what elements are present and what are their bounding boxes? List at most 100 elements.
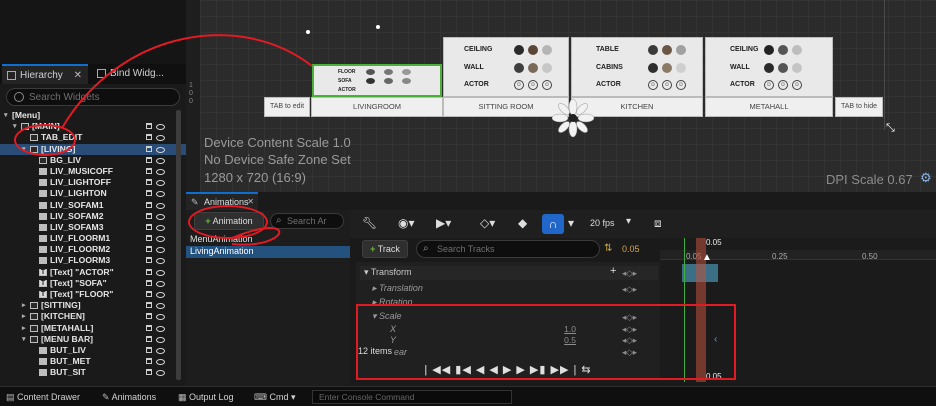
actor-icon[interactable]: ☺: [648, 80, 658, 90]
material-swatch[interactable]: [676, 63, 686, 73]
lock-icon[interactable]: [146, 302, 152, 309]
chevron-down-icon[interactable]: ▾: [13, 121, 17, 132]
material-swatch[interactable]: [648, 63, 658, 73]
lock-icon[interactable]: [146, 313, 152, 320]
eye-icon[interactable]: [156, 336, 165, 343]
search-widgets-input[interactable]: Search Widgets: [6, 88, 180, 106]
fps-dropdown[interactable]: 20 fps: [590, 218, 615, 228]
eye-icon[interactable]: [156, 124, 165, 131]
tree-item[interactable]: ▸ [SITTING]: [0, 300, 186, 311]
tree-item[interactable]: BUT_SIT: [0, 367, 186, 378]
tree-item[interactable]: ▾ [Menu]: [0, 110, 186, 121]
wrench-icon[interactable]: 🔧︎: [362, 216, 377, 230]
eye-icon[interactable]: [156, 280, 165, 287]
playback-options-icon[interactable]: ▶▾: [436, 216, 451, 230]
snap-options-icon[interactable]: ▾: [568, 216, 574, 230]
tree-item[interactable]: LIV_FLOORM3: [0, 255, 186, 266]
close-icon[interactable]: ✕: [74, 66, 82, 86]
designer-viewport[interactable]: FLOOR SOFA ACTOR LIVINGROOM TAB to edit …: [200, 0, 936, 192]
chevron-down-icon[interactable]: ▾: [626, 216, 631, 227]
current-time-value[interactable]: 0.05: [622, 244, 640, 254]
actor-icon[interactable]: ☺: [778, 80, 788, 90]
eye-icon[interactable]: [156, 146, 165, 153]
eye-icon[interactable]: [156, 157, 165, 164]
lock-icon[interactable]: [146, 369, 152, 376]
eye-icon[interactable]: [156, 236, 165, 243]
eye-icon[interactable]: [156, 247, 165, 254]
material-swatch[interactable]: [764, 45, 774, 55]
eye-icon[interactable]: [156, 314, 165, 321]
tree-item[interactable]: ▾ [MENU BAR]: [0, 334, 186, 345]
resize-handle-icon[interactable]: ⤡: [886, 122, 895, 135]
lock-icon[interactable]: [146, 279, 152, 286]
tree-item[interactable]: BUT_MET: [0, 356, 186, 367]
animations-status-button[interactable]: ✎ Animations: [102, 392, 156, 403]
room-card-kitchen[interactable]: TABLE CABINS ACTOR ☺ ☺ ☺: [571, 37, 703, 97]
actor-icon[interactable]: ☺: [528, 80, 538, 90]
search-animations-input[interactable]: ⌕ Search Ar: [270, 213, 344, 229]
tree-item[interactable]: T [Text] "FLOOR": [0, 289, 186, 300]
eye-icon[interactable]: [156, 224, 165, 231]
material-swatch[interactable]: [514, 63, 524, 73]
material-swatch[interactable]: [662, 63, 672, 73]
tree-item[interactable]: LIV_LIGHTOFF: [0, 177, 186, 188]
console-command-input[interactable]: Enter Console Command: [312, 390, 512, 404]
eye-icon[interactable]: [156, 370, 165, 377]
tree-item[interactable]: LIV_SOFAM2: [0, 211, 186, 222]
search-tracks-input[interactable]: ⌕ Search Tracks: [416, 240, 600, 258]
material-swatch[interactable]: [528, 45, 538, 55]
cmd-dropdown[interactable]: ⌨ Cmd ▾: [254, 392, 296, 403]
material-swatch[interactable]: [764, 63, 774, 73]
tab-hierarchy[interactable]: Hierarchy ✕: [2, 64, 88, 84]
tree-item[interactable]: ▸ [KITCHEN]: [0, 311, 186, 322]
tree-item[interactable]: BUT_LIV: [0, 345, 186, 356]
selection-handle[interactable]: [376, 25, 380, 29]
material-swatch[interactable]: [648, 45, 658, 55]
lock-icon[interactable]: [146, 167, 152, 174]
material-swatch[interactable]: [402, 69, 411, 75]
chevron-right-icon[interactable]: ▸: [22, 323, 26, 334]
material-swatch[interactable]: [778, 45, 788, 55]
lock-icon[interactable]: [146, 335, 152, 342]
eye-icon[interactable]: [156, 168, 165, 175]
lock-icon[interactable]: [146, 212, 152, 219]
eye-icon[interactable]: [156, 135, 165, 142]
tree-item[interactable]: BG_LIV: [0, 155, 186, 166]
material-swatch[interactable]: [792, 45, 802, 55]
content-drawer-button[interactable]: ▤ Content Drawer: [6, 392, 80, 403]
actor-icon[interactable]: ☺: [662, 80, 672, 90]
dpi-scale-text[interactable]: DPI Scale 0.67: [826, 172, 913, 187]
eye-icon[interactable]: [156, 325, 165, 332]
eye-icon[interactable]: [156, 359, 165, 366]
view-options-icon[interactable]: ◉▾: [398, 216, 415, 230]
eye-icon[interactable]: [156, 213, 165, 220]
tree-item[interactable]: T [Text] "ACTOR": [0, 267, 186, 278]
lock-icon[interactable]: [146, 201, 152, 208]
lock-icon[interactable]: [146, 246, 152, 253]
actor-icon[interactable]: ☺: [676, 80, 686, 90]
actor-icon[interactable]: ☺: [542, 80, 552, 90]
tree-item[interactable]: LIV_FLOORM1: [0, 233, 186, 244]
material-swatch[interactable]: [366, 78, 375, 84]
actor-icon[interactable]: ☺: [514, 80, 524, 90]
chevron-right-icon[interactable]: ▸: [22, 311, 26, 322]
lock-icon[interactable]: [146, 291, 152, 297]
room-card-sitting[interactable]: CEILING WALL ACTOR ☺ ☺ ☺: [443, 37, 569, 97]
room-label-living[interactable]: LIVINGROOM: [311, 97, 443, 117]
lock-icon[interactable]: [146, 179, 152, 186]
eye-icon[interactable]: [156, 303, 165, 310]
add-key-icon[interactable]: +: [610, 265, 616, 277]
material-swatch[interactable]: [366, 69, 375, 75]
lock-icon[interactable]: [146, 358, 152, 365]
tab-bind-widgets[interactable]: Bind Widg...: [92, 64, 182, 84]
tree-item[interactable]: T [Text] "SOFA": [0, 278, 186, 289]
key-nav-icon[interactable]: ◂◇▸: [622, 284, 637, 295]
chevron-down-icon[interactable]: ▾: [4, 110, 8, 121]
actor-icon[interactable]: ☺: [764, 80, 774, 90]
key-icon[interactable]: ◇▾: [480, 216, 495, 230]
key-nav-icon[interactable]: ◂◇▸: [622, 268, 637, 279]
room-card-living[interactable]: FLOOR SOFA ACTOR: [312, 64, 442, 97]
lock-icon[interactable]: [146, 324, 152, 331]
lock-icon[interactable]: [146, 223, 152, 230]
gear-icon[interactable]: ⚙: [920, 170, 932, 186]
